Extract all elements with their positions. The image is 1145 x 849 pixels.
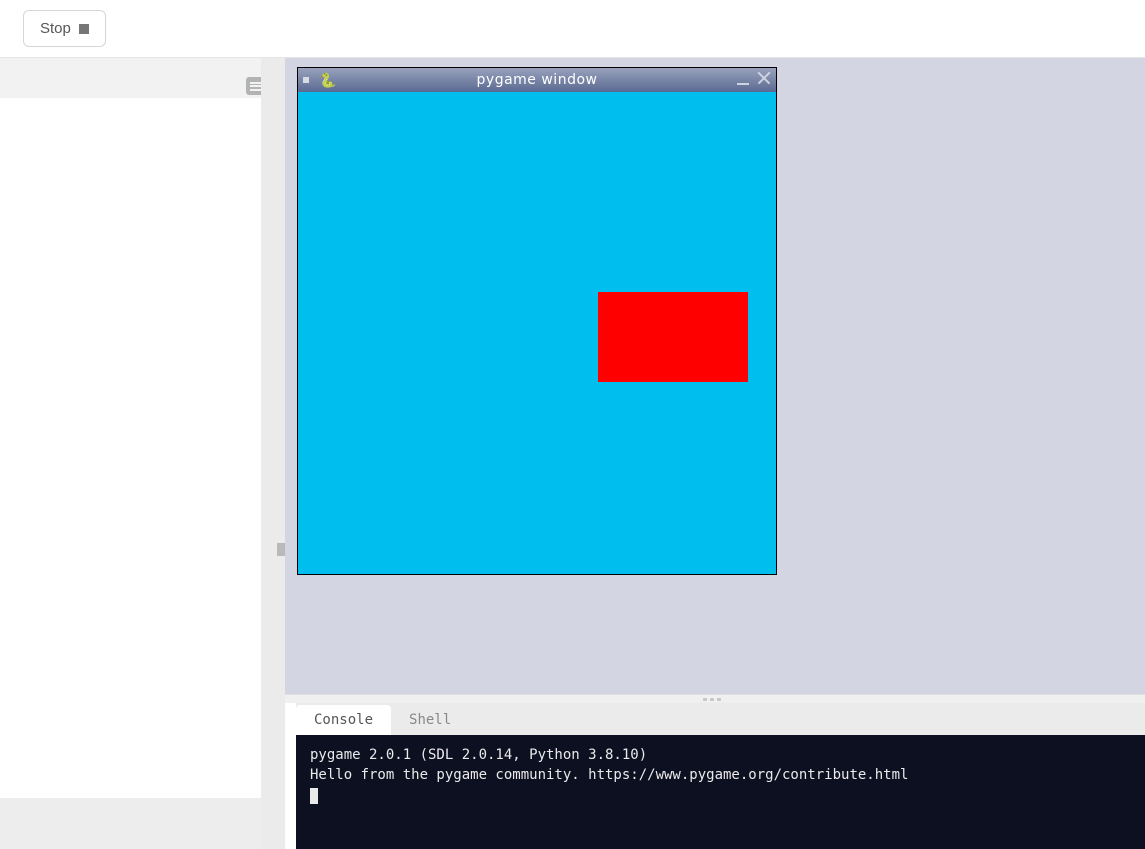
console-line: pygame 2.0.1 (SDL 2.0.14, Python 3.8.10) bbox=[310, 747, 647, 763]
cursor-icon bbox=[310, 788, 318, 804]
grip-icon bbox=[703, 698, 727, 701]
console-line: Hello from the pygame community. https:/… bbox=[310, 767, 908, 783]
tab-console[interactable]: Console bbox=[296, 705, 391, 735]
red-rectangle bbox=[598, 292, 748, 382]
top-toolbar: Stop bbox=[0, 0, 1145, 58]
left-panel bbox=[0, 58, 261, 798]
scrollbar-thumb[interactable] bbox=[277, 543, 285, 556]
left-panel-header bbox=[0, 58, 261, 98]
pygame-title: pygame window bbox=[298, 72, 776, 88]
horizontal-splitter[interactable] bbox=[285, 694, 1145, 703]
pygame-titlebar[interactable]: 🐍 pygame window bbox=[298, 68, 776, 92]
pygame-window: 🐍 pygame window bbox=[297, 67, 777, 575]
stop-button[interactable]: Stop bbox=[23, 10, 106, 47]
left-bottom-strip bbox=[0, 798, 261, 849]
minimize-icon[interactable] bbox=[736, 71, 750, 85]
stop-icon bbox=[79, 24, 89, 34]
console-output[interactable]: pygame 2.0.1 (SDL 2.0.14, Python 3.8.10)… bbox=[296, 735, 1145, 849]
stop-button-label: Stop bbox=[40, 20, 71, 37]
vertical-splitter[interactable] bbox=[261, 58, 285, 849]
console-tab-strip: Console Shell bbox=[296, 703, 1145, 735]
close-icon[interactable] bbox=[756, 70, 772, 86]
pygame-surface bbox=[298, 92, 776, 574]
output-pane: 🐍 pygame window bbox=[285, 58, 1145, 694]
tab-shell[interactable]: Shell bbox=[391, 705, 469, 735]
